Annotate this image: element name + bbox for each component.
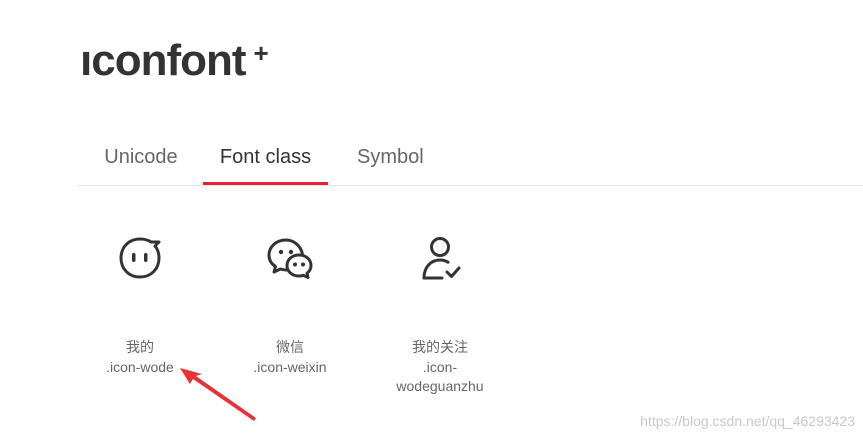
icon-card-weixin[interactable]: 微信 .icon-weixin (230, 230, 350, 377)
icon-name: 微信 (276, 340, 304, 356)
tab-font-class[interactable]: Font class (203, 128, 328, 185)
tab-symbol[interactable]: Symbol (357, 128, 424, 184)
red-annotation-arrow-icon (180, 368, 256, 421)
icon-class-code-line1: .icon- (422, 359, 458, 375)
logo-plus: + (253, 38, 269, 68)
logo-text: ıconfont (80, 36, 247, 85)
icon-class-code-line2: wodeguanzhu (396, 378, 484, 394)
chat-bubble-face-icon (112, 230, 168, 286)
icon-name: 我的关注 (412, 340, 468, 356)
icon-card-wode[interactable]: 我的 .icon-wode (80, 230, 200, 377)
icon-name: 我的 (126, 340, 154, 356)
icon-card-wodeguanzhu[interactable]: 我的关注 .icon- wodeguanzhu (380, 230, 500, 396)
iconfont-logo[interactable]: ıconfont + (80, 36, 269, 86)
tab-bar: Unicode Font class Symbol (78, 128, 863, 186)
tab-unicode[interactable]: Unicode (104, 128, 178, 184)
watermark: https://blog.csdn.net/qq_46293423 (640, 413, 855, 429)
user-check-icon (412, 230, 468, 286)
wechat-icon (262, 230, 318, 286)
